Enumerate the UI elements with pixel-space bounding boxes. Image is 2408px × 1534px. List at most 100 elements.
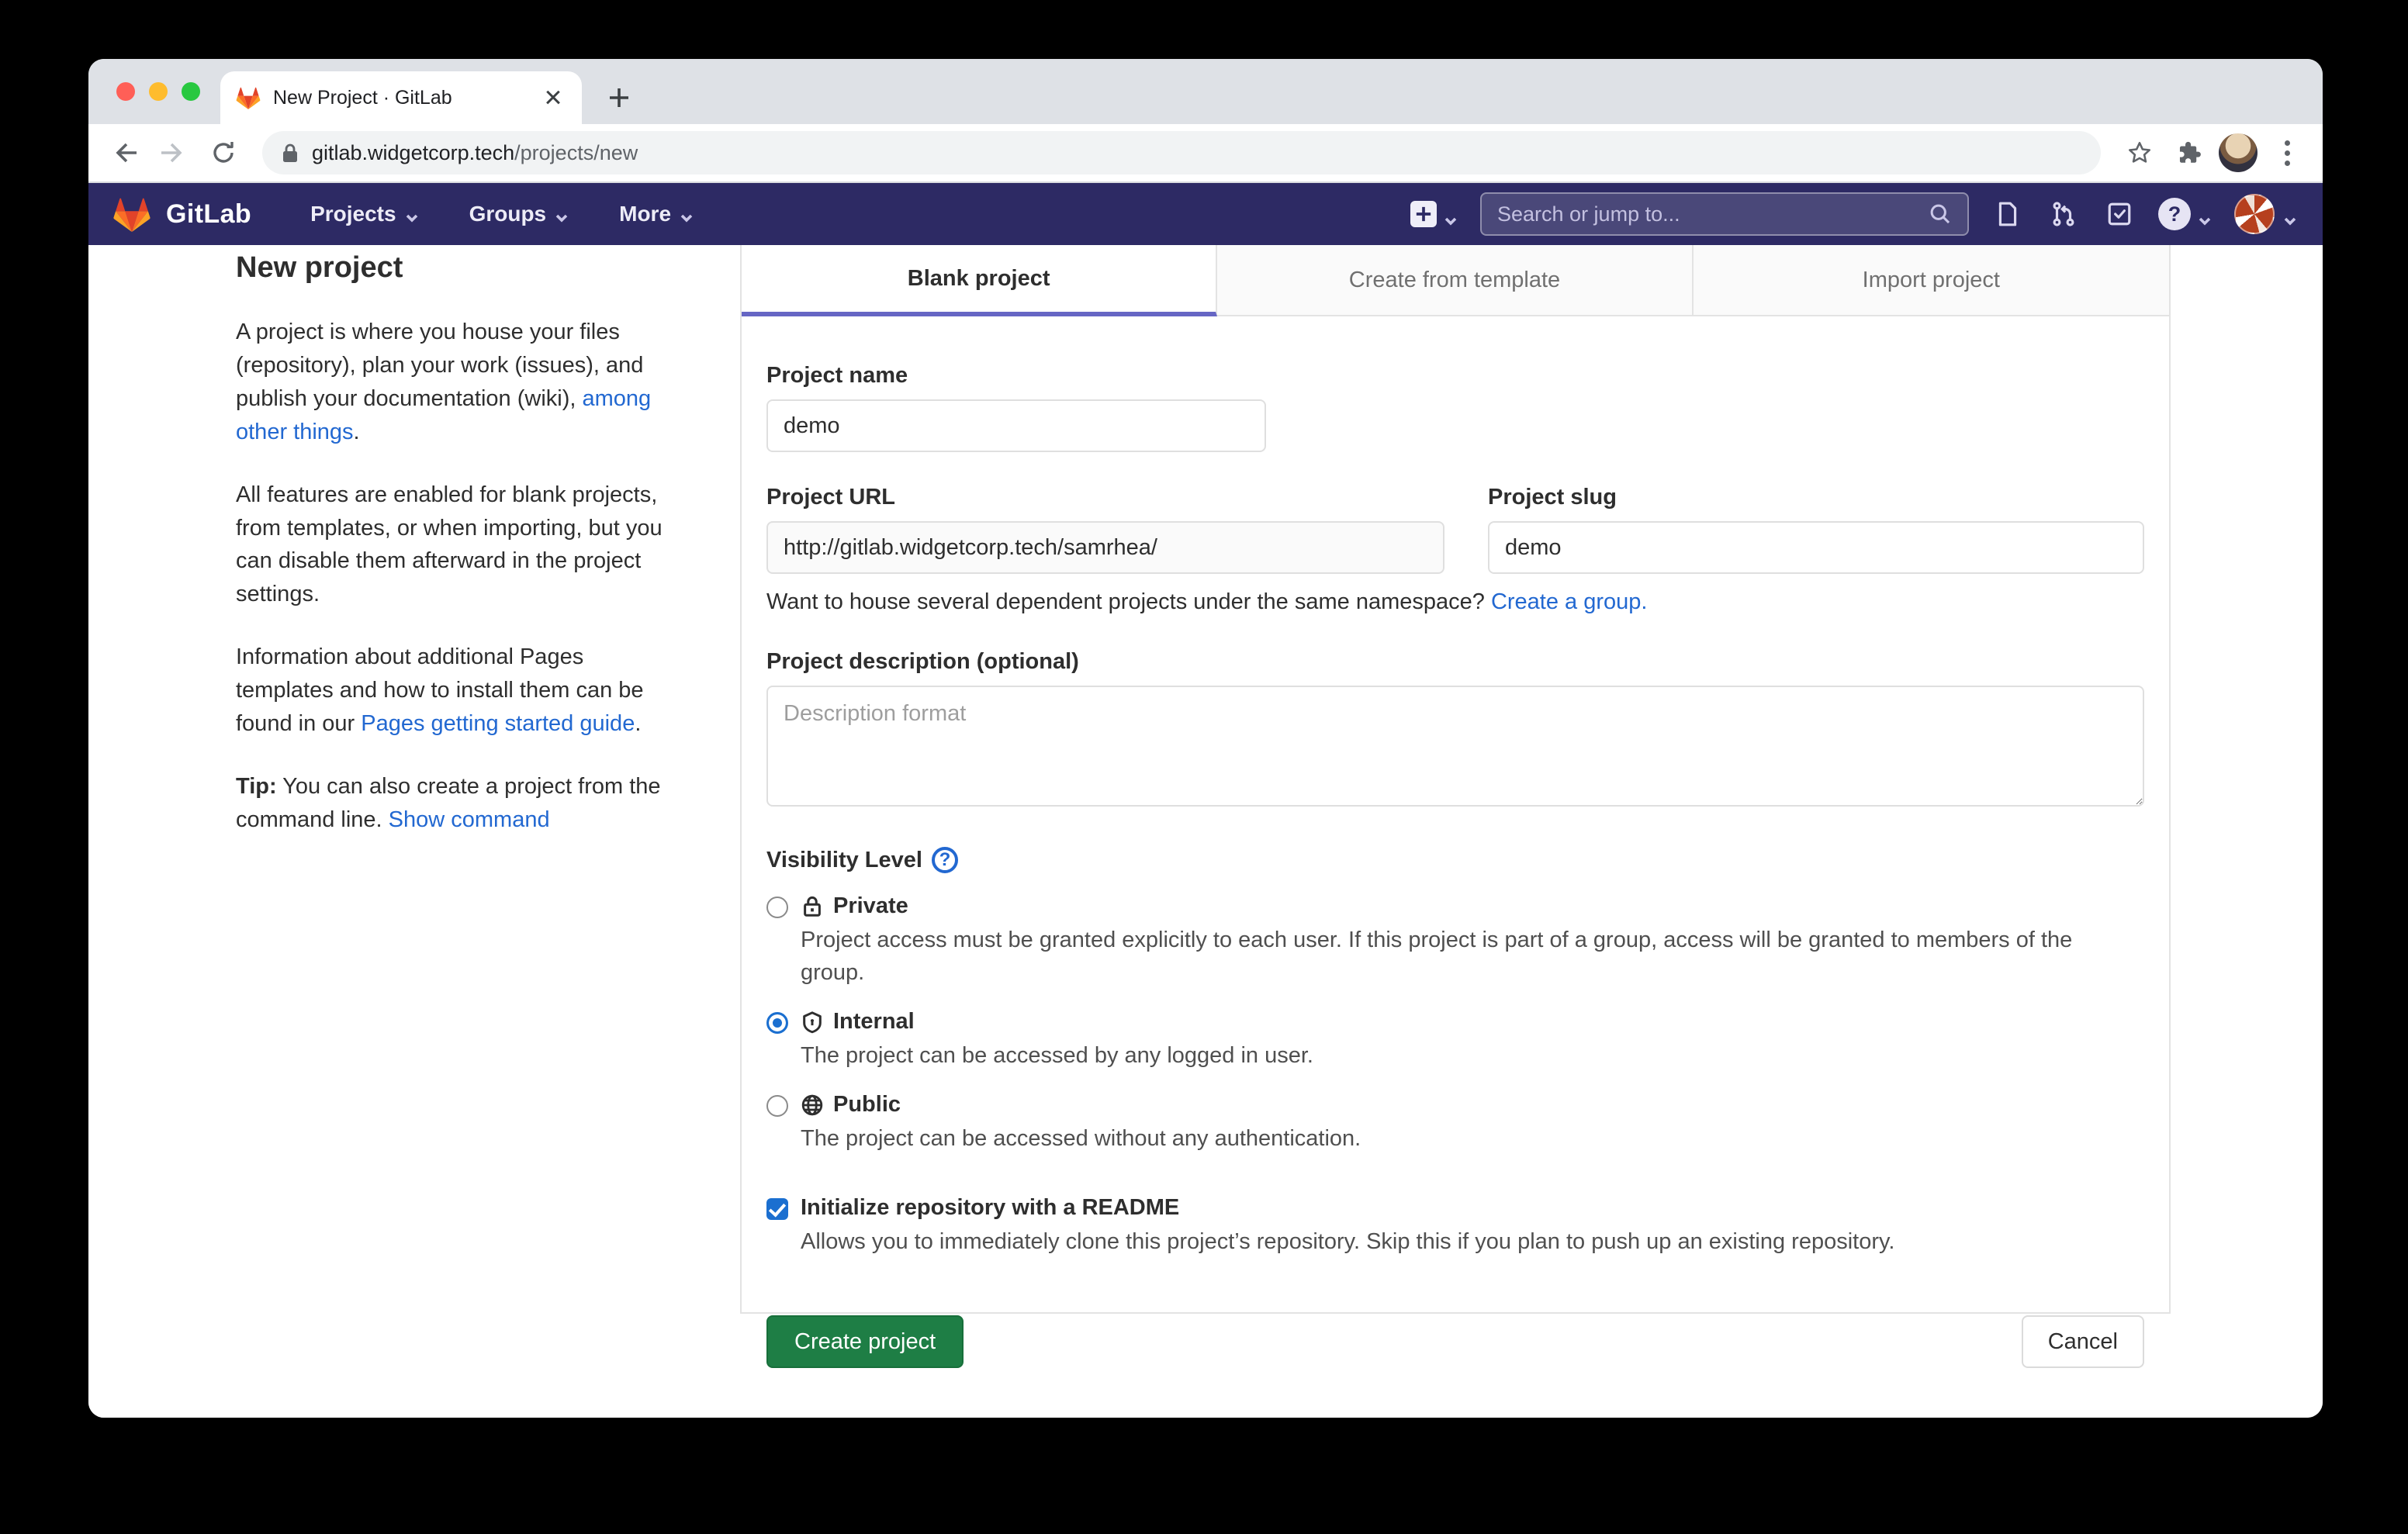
sidebar-tip: Tip: You can also create a project from …: [236, 770, 673, 837]
public-label: Public: [833, 1092, 901, 1118]
minimize-window-button[interactable]: [149, 82, 168, 101]
sidebar-p3-period: .: [635, 711, 641, 736]
back-icon[interactable]: [104, 133, 144, 173]
sidebar-paragraph: All features are enabled for blank proje…: [236, 479, 673, 612]
nav-menu-groups-label: Groups: [469, 202, 547, 226]
address-bar[interactable]: gitlab.widgetcorp.tech/projects/new: [262, 131, 2101, 174]
project-url-input[interactable]: [766, 521, 1444, 574]
user-avatar: [2234, 194, 2275, 234]
issues-icon[interactable]: [1991, 197, 2025, 231]
nav-menu-more-label: More: [619, 202, 671, 226]
lock-icon: [281, 143, 299, 163]
internal-description: The project can be accessed by any logge…: [801, 1039, 1313, 1072]
visibility-help-icon[interactable]: ?: [932, 847, 958, 873]
private-description: Project access must be granted explicitl…: [801, 924, 2104, 989]
nav-menu-groups[interactable]: Groups: [451, 183, 589, 245]
desktop-background: New Project · GitLab: [0, 0, 2408, 1534]
create-project-button[interactable]: Create project: [766, 1315, 964, 1368]
readme-description: Allows you to immediately clone this pro…: [801, 1225, 1894, 1258]
project-slug-label: Project slug: [1488, 485, 2144, 510]
project-description-label: Project description (optional): [766, 649, 2144, 675]
search-icon: [1929, 202, 1952, 226]
visibility-option-internal: Internal The project can be accessed by …: [766, 1009, 2144, 1072]
new-menu-button[interactable]: [1410, 201, 1458, 227]
search-input[interactable]: [1497, 202, 1929, 226]
zoom-window-button[interactable]: [182, 82, 200, 101]
user-menu[interactable]: [2234, 194, 2298, 234]
description-block: Project description (optional): [766, 649, 2144, 813]
page-title: New project: [236, 251, 673, 285]
browser-menu-icon[interactable]: [2267, 140, 2307, 166]
forward-icon[interactable]: [154, 133, 194, 173]
help-menu[interactable]: ?: [2158, 198, 2213, 230]
project-slug-input[interactable]: [1488, 521, 2144, 574]
gitlab-favicon: [236, 86, 261, 109]
gitlab-logo[interactable]: GitLab: [113, 196, 251, 232]
blank-project-form: Project name Project URL Project slug Wa…: [742, 316, 2169, 1368]
help-question-glyph: ?: [2168, 202, 2181, 226]
global-search[interactable]: [1480, 192, 1969, 236]
readme-checkbox[interactable]: [766, 1198, 788, 1220]
browser-toolbar: gitlab.widgetcorp.tech/projects/new: [88, 124, 2323, 183]
form-actions: Create project Cancel: [766, 1315, 2144, 1368]
lock-icon: [801, 895, 824, 918]
url-host: gitlab.widgetcorp.tech: [312, 141, 514, 164]
sidebar-paragraph: Information about additional Pages templ…: [236, 641, 673, 741]
visibility-option-private: Private Project access must be granted e…: [766, 893, 2144, 989]
gitlab-brand-text: GitLab: [166, 199, 251, 230]
chevron-down-icon: [2282, 206, 2298, 222]
plus-icon: [1410, 201, 1437, 227]
page-content: New project A project is where you house…: [88, 245, 2323, 1418]
readme-block: Initialize repository with a README Allo…: [766, 1195, 2144, 1258]
readme-label: Initialize repository with a README: [801, 1195, 1179, 1221]
show-command-link[interactable]: Show command: [389, 807, 550, 832]
project-name-input[interactable]: [766, 399, 1266, 452]
namespace-hint-text: Want to house several dependent projects…: [766, 589, 1491, 614]
internal-label: Internal: [833, 1009, 915, 1035]
browser-profile-avatar[interactable]: [2219, 133, 2258, 172]
browser-window: New Project · GitLab: [88, 59, 2323, 1418]
pages-guide-link[interactable]: Pages getting started guide: [361, 711, 635, 736]
create-group-link[interactable]: Create a group.: [1491, 589, 1648, 614]
tab-blank-project[interactable]: Blank project: [742, 245, 1217, 316]
project-description-textarea[interactable]: [766, 686, 2144, 807]
browser-tab-title: New Project · GitLab: [273, 87, 529, 109]
sidebar-paragraph: A project is where you house your files …: [236, 316, 673, 449]
chevron-down-icon: [679, 206, 694, 222]
tab-create-from-template[interactable]: Create from template: [1217, 245, 1693, 316]
sidebar-p1-period: .: [354, 420, 360, 444]
new-tab-button[interactable]: [600, 79, 638, 116]
close-window-button[interactable]: [116, 82, 135, 101]
todos-icon[interactable]: [2102, 197, 2136, 231]
browser-tab[interactable]: New Project · GitLab: [220, 71, 582, 124]
shield-icon: [801, 1011, 824, 1034]
visibility-block: Visibility Level ? Private: [766, 847, 2144, 1155]
internal-radio[interactable]: [766, 1012, 788, 1034]
nav-menu-more[interactable]: More: [600, 183, 713, 245]
visibility-level-label: Visibility Level ?: [766, 847, 2144, 873]
cancel-button[interactable]: Cancel: [2022, 1315, 2144, 1368]
chevron-down-icon: [554, 206, 569, 222]
traffic-lights: [116, 82, 200, 101]
project-type-tabs: Blank project Create from template Impor…: [742, 245, 2169, 316]
help-question-glyph: ?: [939, 849, 951, 871]
visibility-level-text: Visibility Level: [766, 848, 922, 873]
public-description: The project can be accessed without any …: [801, 1122, 1361, 1155]
nav-menu-projects[interactable]: Projects: [292, 183, 438, 245]
url-text: gitlab.widgetcorp.tech/projects/new: [312, 141, 638, 165]
extensions-puzzle-icon[interactable]: [2169, 133, 2209, 173]
namespace-hint: Want to house several dependent projects…: [766, 589, 2144, 615]
private-radio[interactable]: [766, 897, 788, 918]
public-radio[interactable]: [766, 1095, 788, 1117]
tab-import-project[interactable]: Import project: [1694, 245, 2169, 316]
globe-icon: [801, 1093, 824, 1117]
visibility-option-public: Public The project can be accessed witho…: [766, 1092, 2144, 1155]
private-label: Private: [833, 893, 908, 919]
reload-icon[interactable]: [203, 133, 244, 173]
close-tab-icon[interactable]: [541, 85, 566, 110]
new-project-card: Blank project Create from template Impor…: [740, 245, 2171, 1314]
chevron-down-icon: [404, 206, 420, 222]
chevron-down-icon: [1443, 206, 1458, 222]
bookmark-star-icon[interactable]: [2119, 133, 2160, 173]
merge-requests-icon[interactable]: [2046, 197, 2081, 231]
